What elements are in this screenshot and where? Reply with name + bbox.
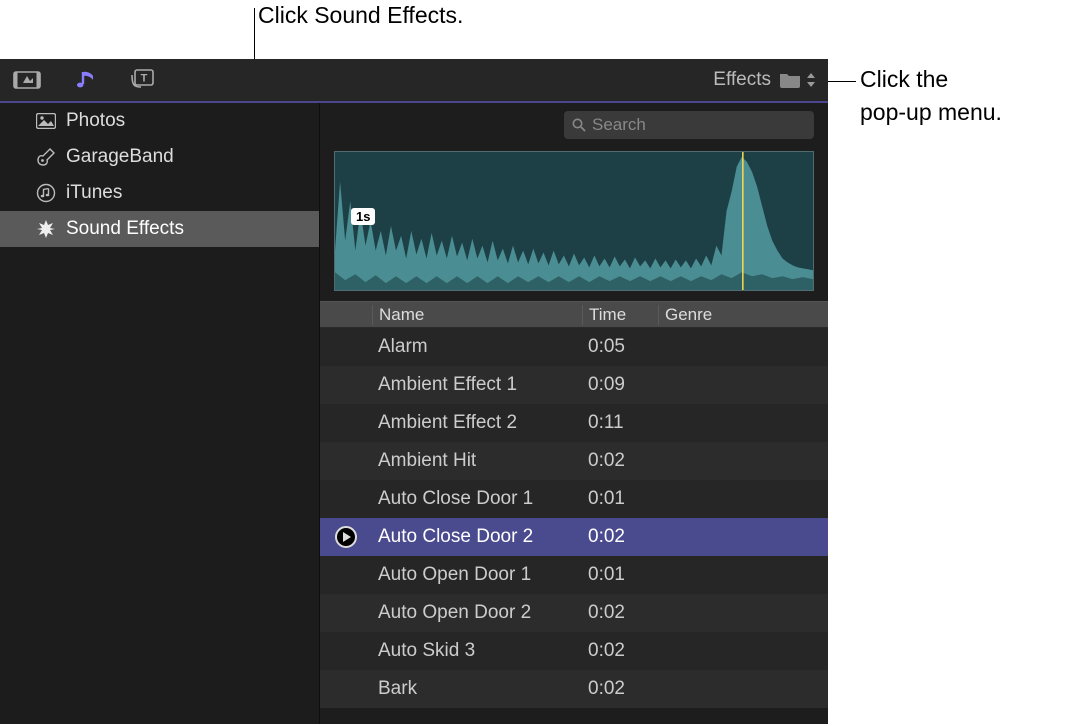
row-time: 0:01 — [582, 564, 658, 586]
app-window: T Effects Photos GarageBand — [0, 59, 828, 724]
sidebar-item-garageband[interactable]: GarageBand — [0, 139, 319, 175]
row-time: 0:11 — [582, 412, 658, 434]
photos-icon — [36, 111, 56, 131]
column-header-time[interactable]: Time — [582, 305, 658, 325]
row-name: Ambient Effect 1 — [372, 374, 582, 396]
row-time: 0:05 — [582, 336, 658, 358]
column-header-genre[interactable]: Genre — [658, 305, 828, 325]
main: Search 1s Name Time — [320, 103, 828, 724]
effects-label: Effects — [713, 69, 771, 91]
toolbar: T Effects — [0, 59, 828, 103]
play-icon — [343, 532, 351, 542]
svg-text:T: T — [141, 73, 148, 85]
sidebar: Photos GarageBand iTunes Sound Effects — [0, 103, 320, 724]
waveform-preview[interactable]: 1s — [334, 151, 814, 291]
search-placeholder: Search — [592, 115, 646, 135]
annotation-right-line2: pop-up menu. — [860, 96, 1002, 129]
row-name: Auto Open Door 2 — [372, 602, 582, 624]
row-name: Alarm — [372, 336, 582, 358]
row-name: Bark — [372, 678, 582, 700]
table-row[interactable]: Auto Close Door 20:02 — [320, 518, 828, 556]
sidebar-item-label: GarageBand — [66, 146, 174, 168]
sidebar-item-label: Sound Effects — [66, 218, 184, 240]
table-header: Name Time Genre — [320, 301, 828, 328]
table-row[interactable]: Auto Skid 30:02 — [320, 632, 828, 670]
row-name: Ambient Effect 2 — [372, 412, 582, 434]
table-row[interactable]: Auto Open Door 10:01 — [320, 556, 828, 594]
itunes-icon — [36, 183, 56, 203]
row-time: 0:02 — [582, 678, 658, 700]
row-name: Ambient Hit — [372, 450, 582, 472]
sidebar-item-label: Photos — [66, 110, 125, 132]
music-browser-icon[interactable] — [70, 68, 100, 92]
table-row[interactable]: Auto Close Door 10:01 — [320, 480, 828, 518]
folder-icon — [779, 71, 801, 89]
table-row[interactable]: Alarm0:05 — [320, 328, 828, 366]
toolbar-left: T — [12, 68, 158, 92]
annotation-right: Click the pop-up menu. — [860, 63, 1002, 130]
column-header-name[interactable]: Name — [372, 305, 582, 325]
sidebar-item-itunes[interactable]: iTunes — [0, 175, 319, 211]
row-time: 0:02 — [582, 640, 658, 662]
search-icon — [572, 118, 586, 132]
guitar-icon — [36, 147, 56, 167]
sidebar-item-label: iTunes — [66, 182, 122, 204]
sidebar-item-photos[interactable]: Photos — [0, 103, 319, 139]
content: Photos GarageBand iTunes Sound Effects — [0, 103, 828, 724]
effects-popup-button[interactable] — [779, 71, 816, 89]
row-time: 0:02 — [582, 526, 658, 548]
waveform-graphic — [335, 152, 813, 290]
play-button[interactable] — [335, 526, 357, 548]
row-time: 0:02 — [582, 602, 658, 624]
table-row[interactable]: Ambient Effect 10:09 — [320, 366, 828, 404]
row-time: 0:09 — [582, 374, 658, 396]
table-body[interactable]: Alarm0:05Ambient Effect 10:09Ambient Eff… — [320, 328, 828, 724]
table-row[interactable]: Ambient Effect 20:11 — [320, 404, 828, 442]
titles-browser-icon[interactable]: T — [128, 68, 158, 92]
burst-icon — [36, 219, 56, 239]
row-name: Auto Close Door 2 — [372, 526, 582, 548]
chevron-up-down-icon — [806, 72, 816, 88]
search-input[interactable]: Search — [564, 111, 814, 139]
row-name: Auto Skid 3 — [372, 640, 582, 662]
annotation-top: Click Sound Effects. — [258, 2, 463, 29]
table-row[interactable]: Auto Open Door 20:02 — [320, 594, 828, 632]
row-time: 0:02 — [582, 450, 658, 472]
search-row: Search — [320, 103, 828, 147]
annotation-right-line1: Click the — [860, 63, 1002, 96]
media-browser-icon[interactable] — [12, 68, 42, 92]
table-row[interactable]: Bark0:02 — [320, 670, 828, 708]
sidebar-item-sound-effects[interactable]: Sound Effects — [0, 211, 319, 247]
table-row[interactable]: Ambient Hit0:02 — [320, 442, 828, 480]
row-name: Auto Close Door 1 — [372, 488, 582, 510]
row-play-cell — [320, 526, 372, 548]
toolbar-right: Effects — [713, 69, 816, 91]
row-name: Auto Open Door 1 — [372, 564, 582, 586]
waveform-time-badge: 1s — [351, 208, 375, 225]
row-time: 0:01 — [582, 488, 658, 510]
